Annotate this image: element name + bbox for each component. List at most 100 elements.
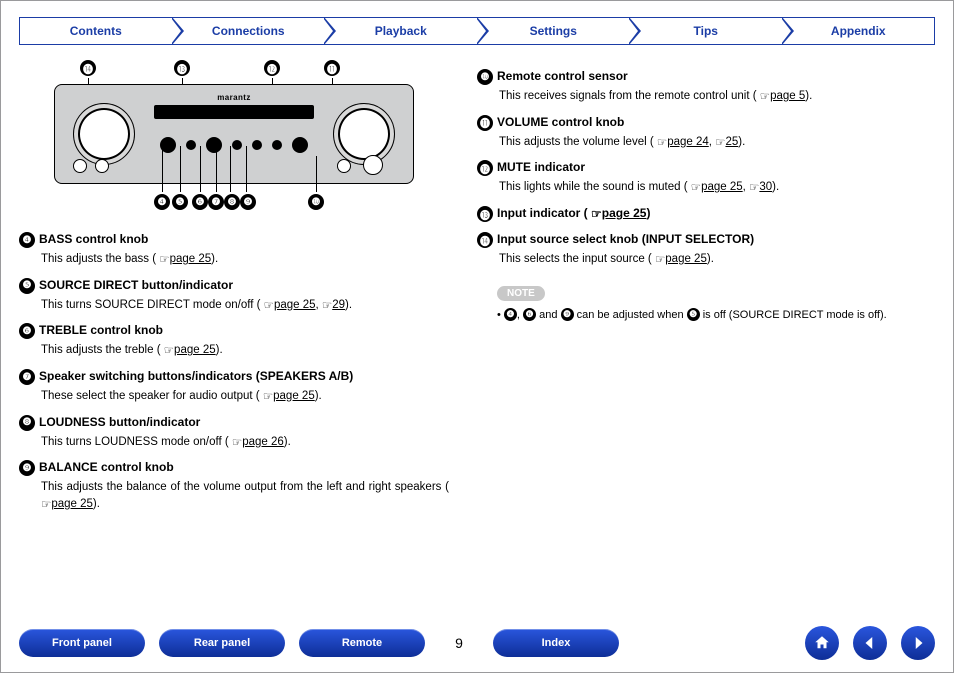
item-number: ⓫ [477,115,493,131]
forward-icon[interactable] [901,626,935,660]
jack-2 [95,159,109,173]
page-link[interactable]: page 25 [174,344,216,356]
back-icon[interactable] [853,626,887,660]
tab-playback[interactable]: Playback [325,17,478,45]
item-number: ❻ [19,323,35,339]
feature-title: Input indicator ( ☞page 25) [497,206,650,220]
callout-12: ⓬ [264,60,280,76]
feature-body: This adjusts the treble ( ☞page 25). [41,342,449,359]
item-number: ❹ [19,232,35,248]
callout-6: ❻ [192,194,208,210]
tab-appendix[interactable]: Appendix [783,17,936,45]
tab-connections[interactable]: Connections [173,17,326,45]
callout-5: ❺ [172,194,188,210]
page-link[interactable]: page 25 [602,206,647,220]
right-column: ❿Remote control sensorThis receives sign… [477,59,935,523]
pointer-icon: ☞ [715,135,725,152]
treble-knob-icon [206,137,222,153]
nav-rear-panel[interactable]: Rear panel [159,629,285,657]
page-link[interactable]: page 25 [665,253,707,265]
ref-5: ❺ [687,308,700,321]
item-number: ❺ [19,278,35,294]
page-link[interactable]: page 26 [242,436,284,448]
left-feature-list: ❹BASS control knobThis adjusts the bass … [19,232,449,513]
bottom-nav: Front panel Rear panel Remote 9 Index [19,626,935,660]
feature-title: LOUDNESS button/indicator [39,415,200,429]
feature-title: TREBLE control knob [39,323,163,337]
feature-item: ⓫ VOLUME control knob This adjusts the vol… [477,115,935,151]
ref-9: ❾ [561,308,574,321]
feature-item: ⓬MUTE indicatorThis lights while the sou… [477,160,935,196]
ref-6: ❻ [523,308,536,321]
jack-1 [73,159,87,173]
feature-body: This adjusts the balance of the volume o… [41,479,449,512]
nav-remote[interactable]: Remote [299,629,425,657]
feature-body: This turns LOUDNESS mode on/off ( ☞page … [41,434,449,451]
tab-settings[interactable]: Settings [478,17,631,45]
display-window [154,105,314,119]
page-link[interactable]: 25 [725,136,738,148]
page-link[interactable]: page 25 [273,390,315,402]
pointer-icon: ☞ [232,435,242,452]
pointer-icon: ☞ [655,252,665,269]
home-icon[interactable] [805,626,839,660]
control-row [160,137,308,153]
power-button-icon [363,155,383,175]
feature-body: This adjusts the bass ( ☞page 25). [41,251,449,268]
top-tabs: Contents Connections Playback Settings T… [19,17,935,45]
pointer-icon: ☞ [760,89,770,106]
feature-item: ❺ SOURCE DIRECT button/indicator This turn… [19,278,449,314]
callout-8: ❽ [224,194,240,210]
page-link[interactable]: page 25 [51,498,93,510]
input-selector-knob [73,103,135,165]
pointer-icon: ☞ [41,497,51,514]
pointer-icon: ☞ [749,180,759,197]
page-link[interactable]: page 25 [701,181,743,193]
item-number: ⓬ [477,160,493,176]
pointer-icon: ☞ [591,207,602,221]
page-link[interactable]: 30 [759,181,772,193]
right-feature-list: ❿Remote control sensorThis receives sign… [477,69,935,268]
page-link[interactable]: page 5 [770,90,805,102]
feature-title: Input source select knob (INPUT SELECTOR… [497,232,754,246]
callout-7: ❼ [208,194,224,210]
item-number: ⓮ [477,232,493,248]
ref-4: ❹ [504,308,517,321]
feature-title: Remote control sensor [497,69,628,83]
pointer-icon: ☞ [691,180,701,197]
feature-body: This turns SOURCE DIRECT mode on/off ( ☞… [41,297,449,314]
pointer-icon: ☞ [657,135,667,152]
left-column: ⓮ ⓭ ⓬ ⓫ marantz [19,59,449,523]
nav-front-panel[interactable]: Front panel [19,629,145,657]
feature-title: SOURCE DIRECT button/indicator [39,278,233,292]
callout-11: ⓫ [324,60,340,76]
item-number: ❿ [477,69,493,85]
volume-knob [333,103,395,165]
brand-text: marantz [217,93,250,102]
pointer-icon: ☞ [164,343,174,360]
note-badge: NOTE [497,286,545,301]
tab-tips[interactable]: Tips [630,17,783,45]
feature-item: ❻ TREBLE control knob This adjusts the tre… [19,323,449,359]
source-direct-btn-icon [186,140,196,150]
callout-10: ❿ [308,194,324,210]
tab-contents[interactable]: Contents [19,17,173,45]
callout-9: ❾ [240,194,256,210]
page-link[interactable]: page 25 [274,299,316,311]
page: Contents Connections Playback Settings T… [0,0,954,673]
page-link[interactable]: page 25 [170,253,212,265]
feature-title: VOLUME control knob [497,115,624,129]
feature-title: MUTE indicator [497,160,585,174]
feature-body: This adjusts the volume level ( ☞page 24… [499,134,935,151]
page-link[interactable]: 29 [332,299,345,311]
pointer-icon: ☞ [322,298,332,315]
page-number: 9 [439,635,479,651]
feature-item: ❾BALANCE control knobThis adjusts the ba… [19,460,449,512]
amp-front-panel: marantz [54,84,414,184]
feature-item: ❹BASS control knobThis adjusts the bass … [19,232,449,268]
item-number: ❾ [19,460,35,476]
feature-item: ❼Speaker switching buttons/indicators (S… [19,369,449,405]
nav-index[interactable]: Index [493,629,619,657]
note-bullet: • ❹, ❻ and ❾ can be adjusted when ❺ is o… [497,307,935,324]
page-link[interactable]: page 24 [667,136,709,148]
